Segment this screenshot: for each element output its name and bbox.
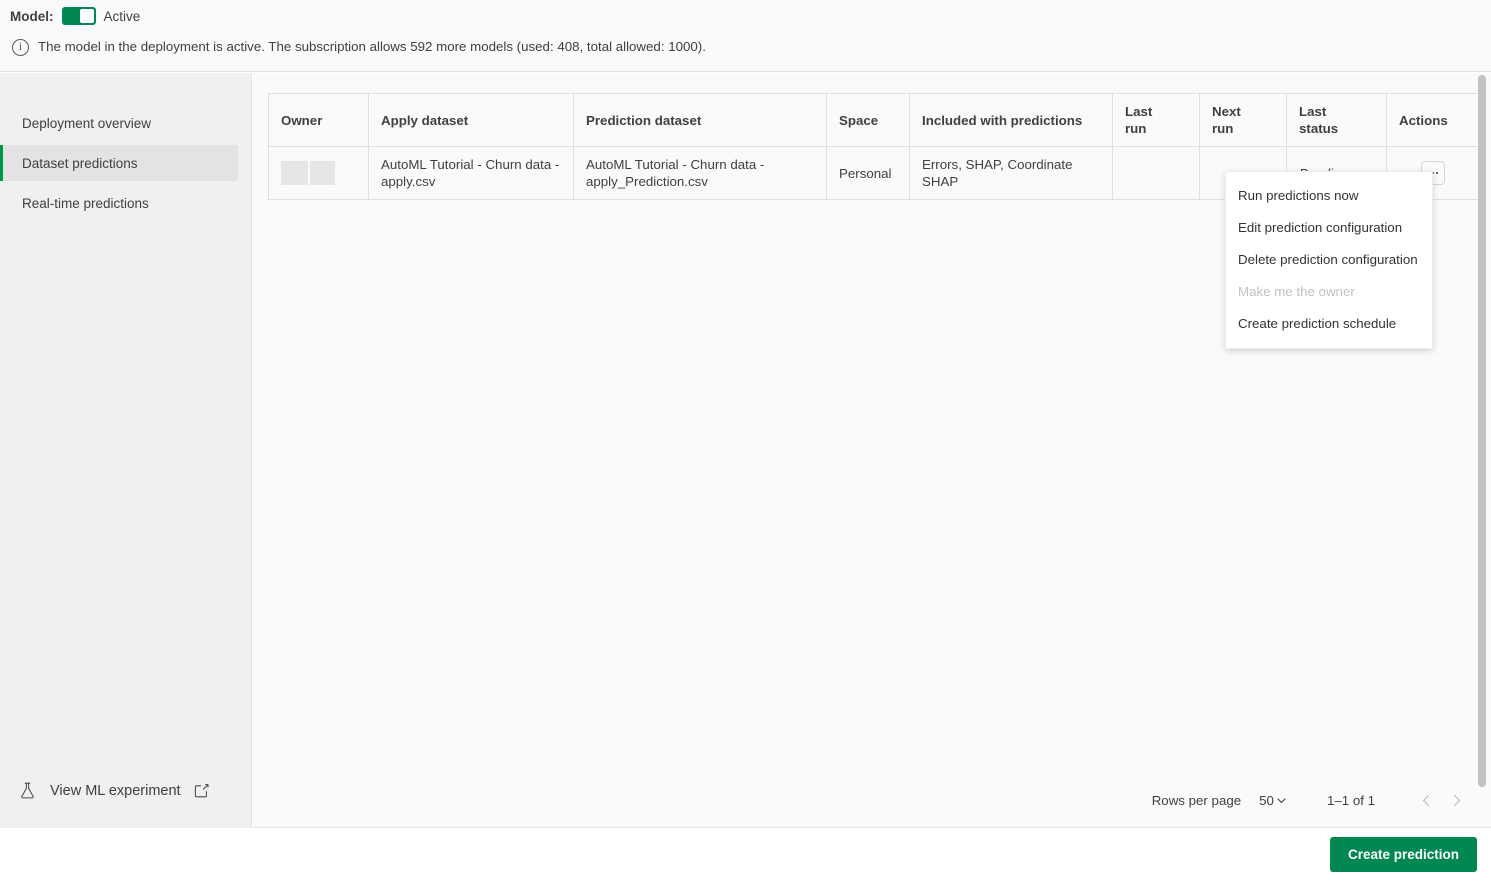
sidebar-item-label: Dataset predictions [22,155,138,171]
cell-prediction-dataset: AutoML Tutorial - Churn data - apply_Pre… [573,146,827,200]
menu-item-edit-prediction-configuration[interactable]: Edit prediction configuration [1226,212,1432,244]
sidebar-item-dataset-predictions[interactable]: Dataset predictions [0,145,238,181]
view-ml-experiment-label: View ML experiment [50,782,181,799]
vertical-scrollbar[interactable] [1478,75,1486,787]
column-header-actions: Actions [1386,93,1479,147]
column-header-space[interactable]: Space [826,93,910,147]
chevron-left-icon[interactable] [1411,785,1441,815]
sidebar-item-deployment-overview[interactable]: Deployment overview [0,105,238,141]
column-header-prediction-dataset[interactable]: Prediction dataset [573,93,827,147]
app-root: Model: Active i The model in the deploym… [0,0,1491,886]
external-link-icon [194,784,209,798]
model-label: Model: [10,8,54,24]
sidebar-item-label: Real-time predictions [22,195,149,211]
bottom-action-bar: Create prediction [0,828,1491,886]
owner-redacted-placeholder [281,161,356,185]
column-header-line1: Next [1212,104,1241,119]
pagination-range: 1–1 of 1 [1326,792,1375,808]
menu-item-create-prediction-schedule[interactable]: Create prediction schedule [1226,308,1432,340]
column-header-last-run[interactable]: Last run [1112,93,1200,147]
column-header-line2: status [1299,121,1339,136]
cell-apply-dataset: AutoML Tutorial - Churn data - apply.csv [368,146,574,200]
rows-per-page-label: Rows per page [1151,792,1242,808]
column-header-next-run[interactable]: Next run [1199,93,1287,147]
create-prediction-button[interactable]: Create prediction [1329,837,1477,872]
cell-owner [268,146,369,200]
cell-last-run [1112,146,1200,200]
menu-item-run-predictions-now[interactable]: Run predictions now [1226,180,1432,212]
flask-icon [21,782,34,799]
subscription-info: i The model in the deployment is active.… [12,38,706,56]
sidebar: Deployment overview Dataset predictions … [0,73,252,828]
model-toggle-row: Model: Active [10,7,140,25]
view-ml-experiment-link[interactable]: View ML experiment [18,781,209,800]
chevron-down-icon [1277,797,1286,803]
menu-item-delete-prediction-configuration[interactable]: Delete prediction configuration [1226,244,1432,276]
column-header-line2: run [1125,121,1147,136]
column-header-included-with-predictions[interactable]: Included with predictions [909,93,1113,147]
subscription-info-text: The model in the deployment is active. T… [38,39,706,54]
column-header-apply-dataset[interactable]: Apply dataset [368,93,574,147]
cell-included-with-predictions: Errors, SHAP, Coordinate SHAP [909,146,1113,200]
model-state-label: Active [103,8,141,24]
table-header-row: Owner Apply dataset Prediction dataset S… [268,93,1479,147]
sidebar-item-real-time-predictions[interactable]: Real-time predictions [0,185,238,221]
table-head: Owner Apply dataset Prediction dataset S… [268,93,1479,147]
model-active-toggle[interactable] [61,7,96,25]
column-header-line1: Last [1299,104,1327,119]
info-circle-icon: i [12,39,29,56]
column-header-line1: Last [1125,104,1153,119]
column-header-last-status[interactable]: Last status [1286,93,1387,147]
actions-dropdown-menu: Run predictions now Edit prediction conf… [1225,171,1433,349]
sidebar-item-label: Deployment overview [22,115,152,131]
column-header-owner[interactable]: Owner [268,93,369,147]
rows-per-page-select[interactable]: 50 [1259,793,1287,808]
model-status-banner: Model: Active i The model in the deploym… [0,0,1491,72]
chevron-right-icon[interactable] [1441,785,1471,815]
column-header-line2: run [1212,121,1234,136]
sidebar-nav: Deployment overview Dataset predictions … [0,105,252,225]
toggle-knob [79,9,94,23]
cell-space: Personal [826,146,910,200]
pagination-bar: Rows per page 50 1–1 of 1 [1152,785,1471,815]
menu-item-make-me-the-owner: Make me the owner [1238,284,1355,299]
rows-per-page-value: 50 [1259,792,1274,808]
